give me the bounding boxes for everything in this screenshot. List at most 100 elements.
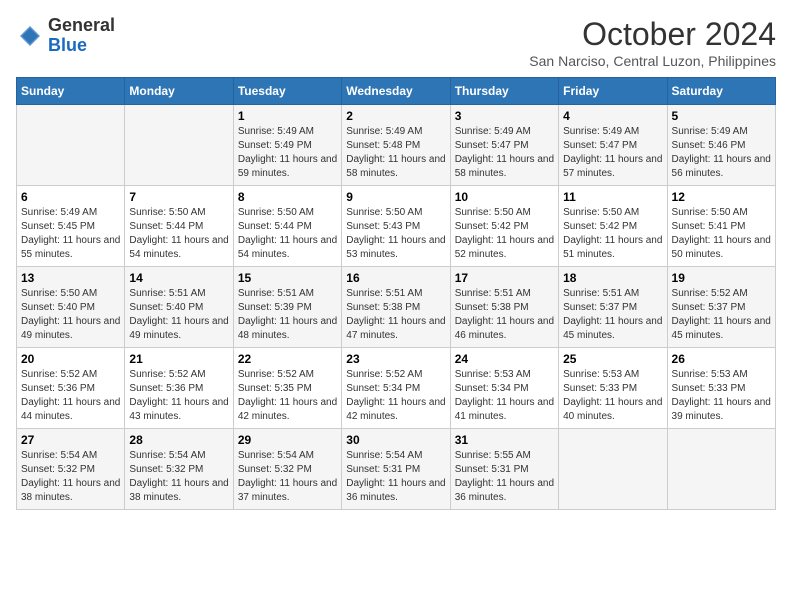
day-cell: 25Sunrise: 5:53 AMSunset: 5:33 PMDayligh… [559,348,667,429]
day-number: 10 [455,190,554,204]
day-info: Sunrise: 5:50 AMSunset: 5:42 PMDaylight:… [563,206,662,262]
logo-text: General Blue [48,16,115,56]
week-row-2: 6 Sunrise: 5:49 AMSunset: 5:45 PMDaylight… [17,186,776,267]
day-cell: 28 Sunrise: 5:54 AMSunset: 5:32 PMDayligh… [125,429,233,510]
day-number: 19 [672,271,771,285]
day-number: 23 [346,352,445,366]
day-number: 26 [672,352,771,366]
day-number: 18 [563,271,662,285]
day-cell: 18 Sunrise: 5:51 AMSunset: 5:37 PMDayligh… [559,267,667,348]
day-info: Sunrise: 5:51 AMSunset: 5:38 PMDaylight:… [455,287,554,343]
day-number: 13 [21,271,120,285]
day-cell [559,429,667,510]
day-number: 17 [455,271,554,285]
calendar-table: SundayMondayTuesdayWednesdayThursdayFrid… [16,77,776,510]
day-number: 4 [563,109,662,123]
day-info: Sunrise: 5:55 AMSunset: 5:31 PMDaylight:… [455,449,554,505]
day-cell [17,105,125,186]
page-header: General Blue October 2024 San Narciso, C… [16,16,776,69]
day-number: 3 [455,109,554,123]
day-info: Sunrise: 5:50 AMSunset: 5:42 PMDaylight:… [455,206,554,262]
day-cell: 22 Sunrise: 5:52 AMSunset: 5:35 PMDayligh… [233,348,341,429]
day-number: 12 [672,190,771,204]
day-info: Sunrise: 5:52 AMSunset: 5:37 PMDaylight:… [672,287,771,343]
day-cell: 6 Sunrise: 5:49 AMSunset: 5:45 PMDaylight… [17,186,125,267]
day-info: Sunrise: 5:52 AMSunset: 5:36 PMDaylight:… [21,368,120,424]
day-cell: 19 Sunrise: 5:52 AMSunset: 5:37 PMDayligh… [667,267,775,348]
column-header-sunday: Sunday [17,78,125,105]
day-cell: 23 Sunrise: 5:52 AMSunset: 5:34 PMDayligh… [342,348,450,429]
day-cell [125,105,233,186]
day-info: Sunrise: 5:49 AMSunset: 5:48 PMDaylight:… [346,125,445,181]
day-info: Sunrise: 5:50 AMSunset: 5:44 PMDaylight:… [129,206,228,262]
week-row-3: 13 Sunrise: 5:50 AMSunset: 5:40 PMDayligh… [17,267,776,348]
day-info: Sunrise: 5:53 AMSunset: 5:34 PMDaylight:… [455,368,554,424]
day-number: 28 [129,433,228,447]
day-number: 31 [455,433,554,447]
day-number: 16 [346,271,445,285]
logo-general: General [48,15,115,35]
day-info: Sunrise: 5:49 AMSunset: 5:47 PMDaylight:… [455,125,554,181]
day-info: Sunrise: 5:50 AMSunset: 5:40 PMDaylight:… [21,287,120,343]
week-row-1: 1Sunrise: 5:49 AMSunset: 5:49 PMDaylight… [17,105,776,186]
column-header-monday: Monday [125,78,233,105]
day-info: Sunrise: 5:51 AMSunset: 5:37 PMDaylight:… [563,287,662,343]
day-cell: 3 Sunrise: 5:49 AMSunset: 5:47 PMDaylight… [450,105,558,186]
day-cell: 27Sunrise: 5:54 AMSunset: 5:32 PMDayligh… [17,429,125,510]
day-info: Sunrise: 5:53 AMSunset: 5:33 PMDaylight:… [563,368,662,424]
day-cell: 14Sunrise: 5:51 AMSunset: 5:40 PMDayligh… [125,267,233,348]
location-title: San Narciso, Central Luzon, Philippines [529,53,776,69]
logo-blue: Blue [48,35,87,55]
day-cell: 29Sunrise: 5:54 AMSunset: 5:32 PMDayligh… [233,429,341,510]
day-cell: 4 Sunrise: 5:49 AMSunset: 5:47 PMDaylight… [559,105,667,186]
day-info: Sunrise: 5:52 AMSunset: 5:34 PMDaylight:… [346,368,445,424]
week-row-4: 20 Sunrise: 5:52 AMSunset: 5:36 PMDayligh… [17,348,776,429]
day-cell: 8 Sunrise: 5:50 AMSunset: 5:44 PMDaylight… [233,186,341,267]
day-number: 22 [238,352,337,366]
day-number: 8 [238,190,337,204]
day-cell: 12 Sunrise: 5:50 AMSunset: 5:41 PMDayligh… [667,186,775,267]
column-header-tuesday: Tuesday [233,78,341,105]
day-number: 2 [346,109,445,123]
day-number: 6 [21,190,120,204]
day-cell: 7 Sunrise: 5:50 AMSunset: 5:44 PMDaylight… [125,186,233,267]
logo-icon [16,22,44,50]
day-info: Sunrise: 5:51 AMSunset: 5:39 PMDaylight:… [238,287,337,343]
day-info: Sunrise: 5:54 AMSunset: 5:31 PMDaylight:… [346,449,445,505]
day-number: 30 [346,433,445,447]
day-number: 9 [346,190,445,204]
day-cell: 16Sunrise: 5:51 AMSunset: 5:38 PMDayligh… [342,267,450,348]
logo: General Blue [16,16,115,56]
day-cell: 26Sunrise: 5:53 AMSunset: 5:33 PMDayligh… [667,348,775,429]
day-cell: 13 Sunrise: 5:50 AMSunset: 5:40 PMDayligh… [17,267,125,348]
day-cell: 15 Sunrise: 5:51 AMSunset: 5:39 PMDayligh… [233,267,341,348]
column-header-friday: Friday [559,78,667,105]
month-title: October 2024 [529,16,776,53]
day-number: 24 [455,352,554,366]
title-block: October 2024 San Narciso, Central Luzon,… [529,16,776,69]
day-cell: 2 Sunrise: 5:49 AMSunset: 5:48 PMDaylight… [342,105,450,186]
day-cell: 31 Sunrise: 5:55 AMSunset: 5:31 PMDayligh… [450,429,558,510]
day-cell [667,429,775,510]
day-cell: 20 Sunrise: 5:52 AMSunset: 5:36 PMDayligh… [17,348,125,429]
day-info: Sunrise: 5:50 AMSunset: 5:44 PMDaylight:… [238,206,337,262]
day-info: Sunrise: 5:54 AMSunset: 5:32 PMDaylight:… [129,449,228,505]
day-info: Sunrise: 5:49 AMSunset: 5:47 PMDaylight:… [563,125,662,181]
day-cell: 17 Sunrise: 5:51 AMSunset: 5:38 PMDayligh… [450,267,558,348]
header-row: SundayMondayTuesdayWednesdayThursdayFrid… [17,78,776,105]
day-info: Sunrise: 5:54 AMSunset: 5:32 PMDaylight:… [21,449,120,505]
day-cell: 9Sunrise: 5:50 AMSunset: 5:43 PMDaylight… [342,186,450,267]
day-number: 20 [21,352,120,366]
day-info: Sunrise: 5:52 AMSunset: 5:35 PMDaylight:… [238,368,337,424]
day-cell: 10 Sunrise: 5:50 AMSunset: 5:42 PMDayligh… [450,186,558,267]
day-number: 15 [238,271,337,285]
week-row-5: 27Sunrise: 5:54 AMSunset: 5:32 PMDayligh… [17,429,776,510]
day-number: 7 [129,190,228,204]
day-number: 29 [238,433,337,447]
day-number: 1 [238,109,337,123]
day-cell: 21Sunrise: 5:52 AMSunset: 5:36 PMDayligh… [125,348,233,429]
day-info: Sunrise: 5:49 AMSunset: 5:45 PMDaylight:… [21,206,120,262]
day-cell: 30 Sunrise: 5:54 AMSunset: 5:31 PMDayligh… [342,429,450,510]
day-info: Sunrise: 5:50 AMSunset: 5:41 PMDaylight:… [672,206,771,262]
day-number: 21 [129,352,228,366]
